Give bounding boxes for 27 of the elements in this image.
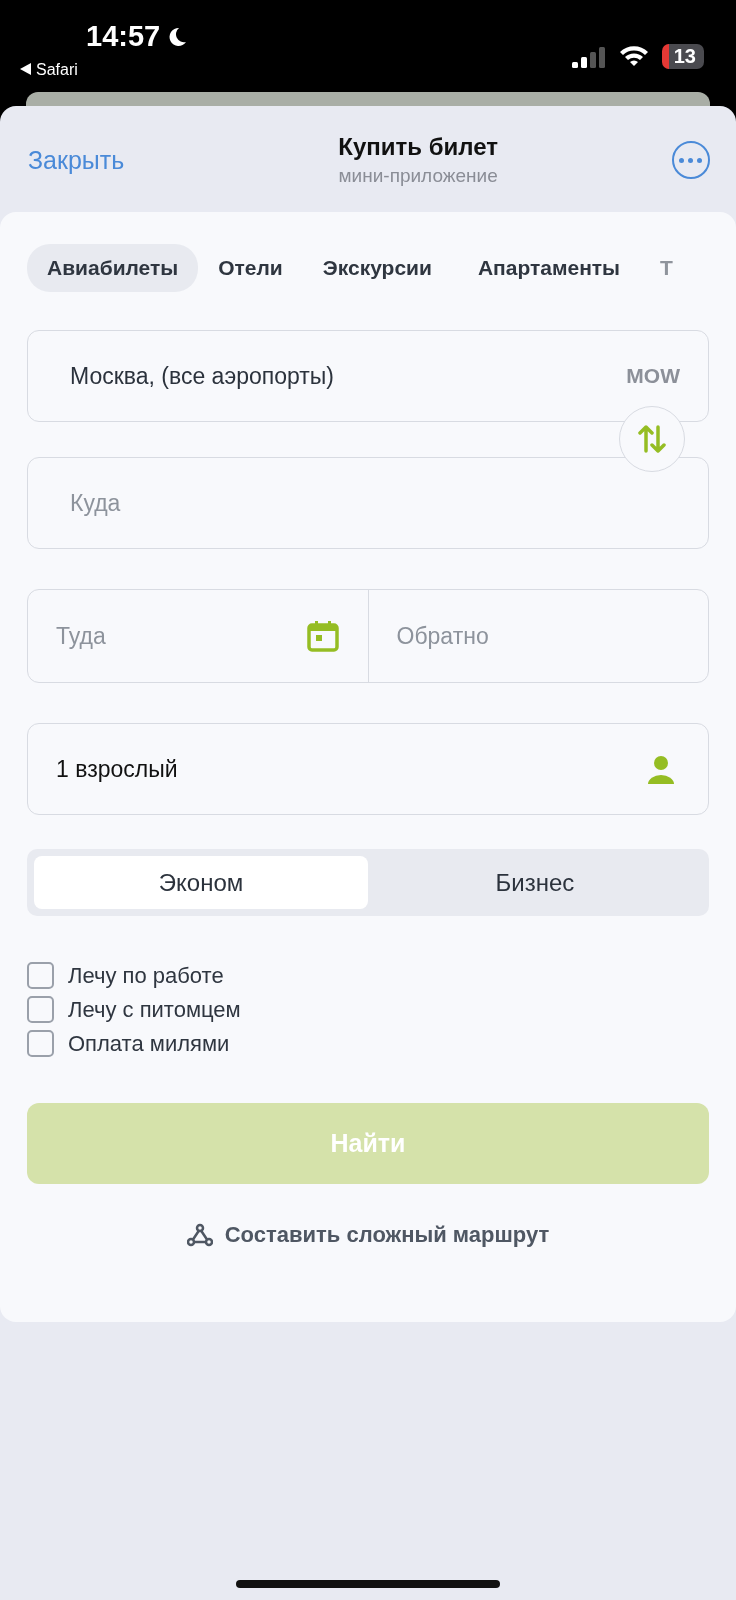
checkbox-label: Лечу с питомцем bbox=[68, 996, 241, 1023]
route-nodes-icon bbox=[186, 1223, 213, 1247]
checkbox-label: Лечу по работе bbox=[68, 962, 224, 989]
checkbox[interactable] bbox=[27, 962, 54, 989]
category-tab[interactable]: Апартаменты bbox=[457, 244, 641, 292]
signal-icon bbox=[571, 44, 606, 68]
app-subtitle: мини-приложение bbox=[338, 165, 498, 187]
back-triangle-icon bbox=[20, 63, 31, 75]
more-icon[interactable] bbox=[672, 141, 710, 179]
checkbox[interactable] bbox=[27, 996, 54, 1023]
checkbox[interactable] bbox=[27, 1030, 54, 1057]
class-option[interactable]: Бизнес bbox=[368, 856, 702, 909]
complex-route-link[interactable]: Составить сложный маршрут bbox=[186, 1222, 550, 1248]
checkbox-label: Оплата милями bbox=[68, 1030, 230, 1057]
passengers-field[interactable]: 1 взрослый bbox=[27, 723, 709, 815]
origin-field[interactable]: Москва, (все аэропорты) MOW bbox=[27, 330, 709, 422]
status-time: 14:57 bbox=[86, 20, 161, 53]
airport-code: MOW bbox=[626, 364, 680, 388]
swap-arrows-icon bbox=[638, 424, 666, 454]
category-tab[interactable]: Экскурсии bbox=[302, 244, 452, 292]
class-option[interactable]: Эконом bbox=[34, 856, 368, 909]
category-tab[interactable]: Отели bbox=[198, 244, 303, 292]
app-title: Купить билет bbox=[338, 133, 498, 161]
person-icon bbox=[646, 754, 676, 784]
battery-icon: 13 bbox=[661, 43, 704, 69]
category-tab[interactable]: Авиабилеты bbox=[27, 244, 199, 292]
back-to-app-link[interactable]: Safari bbox=[20, 61, 189, 79]
